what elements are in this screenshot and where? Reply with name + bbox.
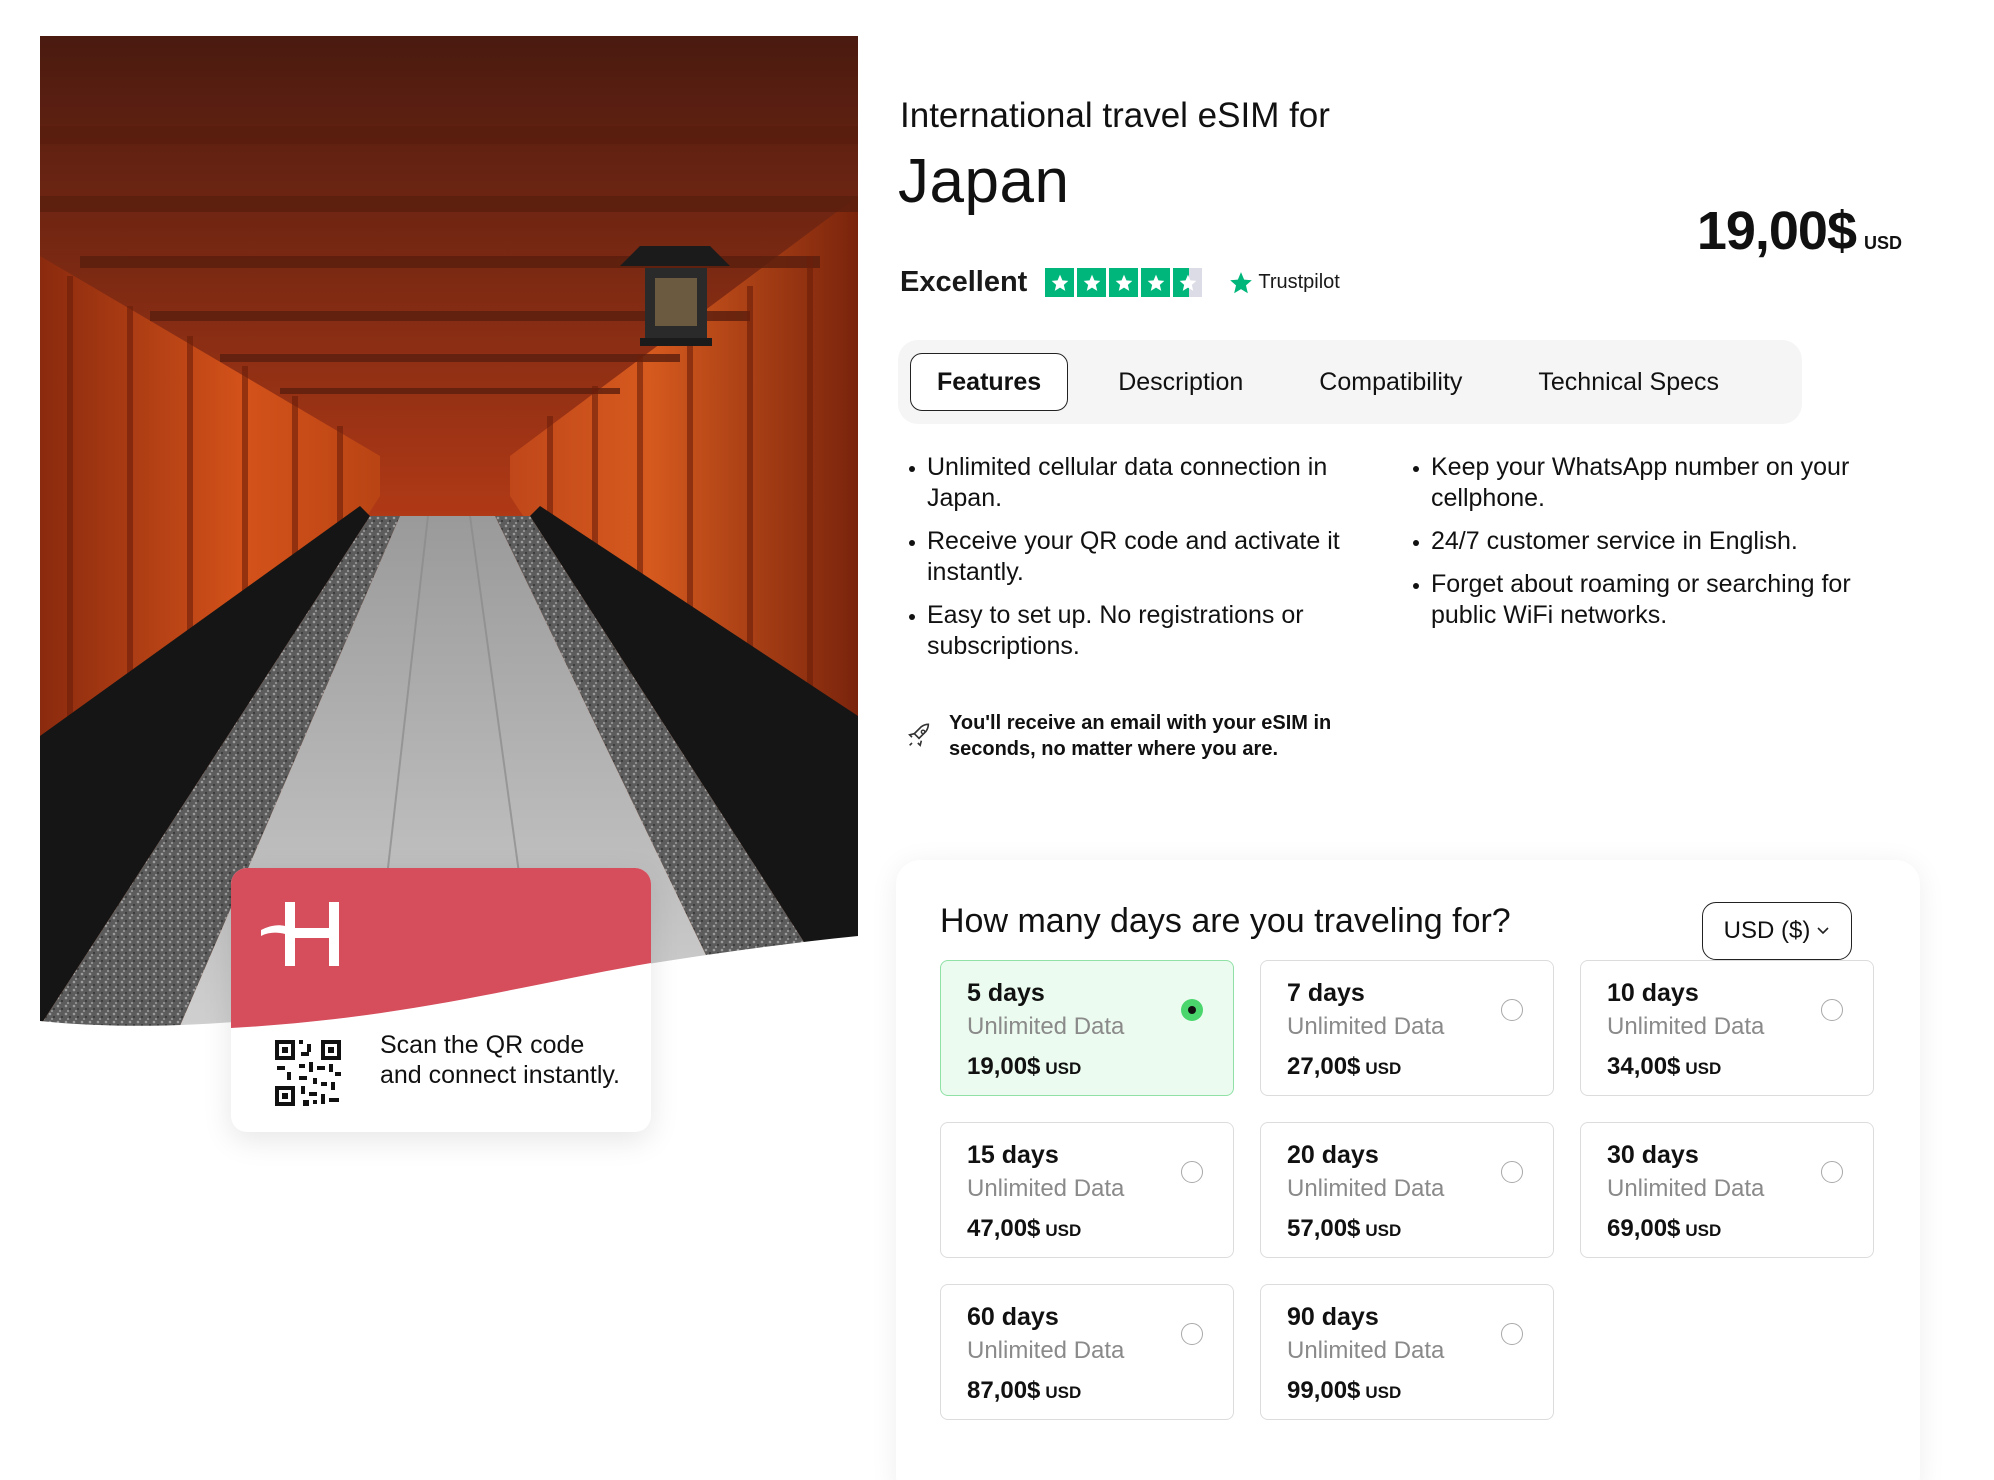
rocket-icon xyxy=(908,723,930,747)
esim-card: Scan the QR code and connect instantly. xyxy=(231,868,651,1132)
tab-compatibility[interactable]: Compatibility xyxy=(1293,353,1488,411)
tab-description[interactable]: Description xyxy=(1092,353,1269,411)
plan-days: 90 days xyxy=(1287,1303,1379,1331)
plan-price: 57,00$ USD xyxy=(1287,1215,1402,1242)
plan-days: 5 days xyxy=(967,979,1045,1007)
plan-data: Unlimited Data xyxy=(1287,1175,1445,1202)
features-column-left: Unlimited cellular data connection in Ja… xyxy=(905,452,1363,674)
price-currency: USD xyxy=(1863,233,1902,253)
feature-item: Receive your QR code and activate it ins… xyxy=(905,526,1363,588)
plan-data: Unlimited Data xyxy=(1287,1013,1445,1040)
trustpilot-rating[interactable]: Excellent Trustpilot xyxy=(900,266,1340,299)
plan-radio[interactable] xyxy=(1501,1323,1523,1345)
feature-item: Keep your WhatsApp number on your cellph… xyxy=(1409,452,1889,514)
plan-price: 87,00$ USD xyxy=(967,1377,1082,1404)
plan-data: Unlimited Data xyxy=(967,1337,1125,1364)
star-icon xyxy=(1109,268,1139,297)
plan-option-60-days[interactable]: 60 days Unlimited Data 87,00$ USD xyxy=(940,1284,1234,1420)
plan-data: Unlimited Data xyxy=(1607,1175,1765,1202)
plan-radio[interactable] xyxy=(1821,1161,1843,1183)
product-pretitle: International travel eSIM for xyxy=(900,96,1330,135)
features-column-right: Keep your WhatsApp number on your cellph… xyxy=(1409,452,1889,674)
plan-price: 99,00$ USD xyxy=(1287,1377,1402,1404)
days-selector-panel: How many days are you traveling for? USD… xyxy=(896,860,1920,1480)
rating-label: Excellent xyxy=(900,266,1028,298)
plan-days: 20 days xyxy=(1287,1141,1379,1169)
chevron-down-icon xyxy=(1817,927,1829,935)
plan-price: 34,00$ USD xyxy=(1607,1053,1722,1080)
plan-option-5-days[interactable]: 5 days Unlimited Data 19,00$ USD xyxy=(940,960,1234,1096)
plan-days: 60 days xyxy=(967,1303,1059,1331)
feature-item: Easy to set up. No registrations or subs… xyxy=(905,600,1363,662)
holafly-logo-icon xyxy=(261,902,339,966)
feature-item: Unlimited cellular data connection in Ja… xyxy=(905,452,1363,514)
plan-radio[interactable] xyxy=(1501,999,1523,1021)
page-title: Japan xyxy=(898,147,1070,216)
qr-code-icon xyxy=(273,1038,343,1108)
trustpilot-logo: Trustpilot xyxy=(1228,270,1340,296)
plan-option-90-days[interactable]: 90 days Unlimited Data 99,00$ USD xyxy=(1260,1284,1554,1420)
email-notice: You'll receive an email with your eSIM i… xyxy=(905,710,1389,762)
plan-data: Unlimited Data xyxy=(1607,1013,1765,1040)
plan-option-20-days[interactable]: 20 days Unlimited Data 57,00$ USD xyxy=(1260,1122,1554,1258)
plan-option-10-days[interactable]: 10 days Unlimited Data 34,00$ USD xyxy=(1580,960,1874,1096)
plan-option-7-days[interactable]: 7 days Unlimited Data 27,00$ USD xyxy=(1260,960,1554,1096)
plan-radio[interactable] xyxy=(1501,1161,1523,1183)
currency-select-value: USD ($) xyxy=(1723,917,1811,944)
tab-features[interactable]: Features xyxy=(910,353,1069,411)
days-question: How many days are you traveling for? xyxy=(940,902,1511,940)
plan-days: 30 days xyxy=(1607,1141,1699,1169)
plan-price: 47,00$ USD xyxy=(967,1215,1082,1242)
price-amount: 19,00$ xyxy=(1696,201,1857,261)
plan-price: 27,00$ USD xyxy=(1287,1053,1402,1080)
trustpilot-star-icon xyxy=(1230,271,1253,293)
plan-radio[interactable] xyxy=(1181,1161,1203,1183)
plan-data: Unlimited Data xyxy=(967,1013,1125,1040)
plan-price: 69,00$ USD xyxy=(1607,1215,1722,1242)
rating-stars xyxy=(1045,268,1203,297)
star-icon xyxy=(1141,268,1171,297)
product-tabs: Features Description Compatibility Techn… xyxy=(898,340,1802,424)
tab-technical-specs[interactable]: Technical Specs xyxy=(1512,353,1745,411)
star-icon xyxy=(1045,268,1075,297)
plan-option-15-days[interactable]: 15 days Unlimited Data 47,00$ USD xyxy=(940,1122,1234,1258)
trustpilot-name: Trustpilot xyxy=(1258,271,1340,293)
currency-select[interactable]: USD ($) xyxy=(1702,902,1852,960)
feature-item: 24/7 customer service in English. xyxy=(1409,526,1889,557)
plan-radio[interactable] xyxy=(1821,999,1843,1021)
plan-data: Unlimited Data xyxy=(967,1175,1125,1202)
plan-option-30-days[interactable]: 30 days Unlimited Data 69,00$ USD xyxy=(1580,1122,1874,1258)
email-notice-text: You'll receive an email with your eSIM i… xyxy=(949,712,1332,760)
star-icon xyxy=(1077,268,1107,297)
plan-data: Unlimited Data xyxy=(1287,1337,1445,1364)
scan-instructions: Scan the QR code and connect instantly. xyxy=(380,1031,620,1089)
feature-item: Forget about roaming or searching for pu… xyxy=(1409,569,1889,631)
half-star-icon xyxy=(1173,268,1203,297)
plan-price: 19,00$ USD xyxy=(967,1053,1082,1080)
plan-days: 10 days xyxy=(1607,979,1699,1007)
product-price: 19,00$ USD xyxy=(1697,200,1902,262)
plan-days: 7 days xyxy=(1287,979,1365,1007)
features-list: Unlimited cellular data connection in Ja… xyxy=(905,452,1905,674)
plan-days: 15 days xyxy=(967,1141,1059,1169)
plan-radio[interactable] xyxy=(1181,999,1203,1021)
plan-radio[interactable] xyxy=(1181,1323,1203,1345)
